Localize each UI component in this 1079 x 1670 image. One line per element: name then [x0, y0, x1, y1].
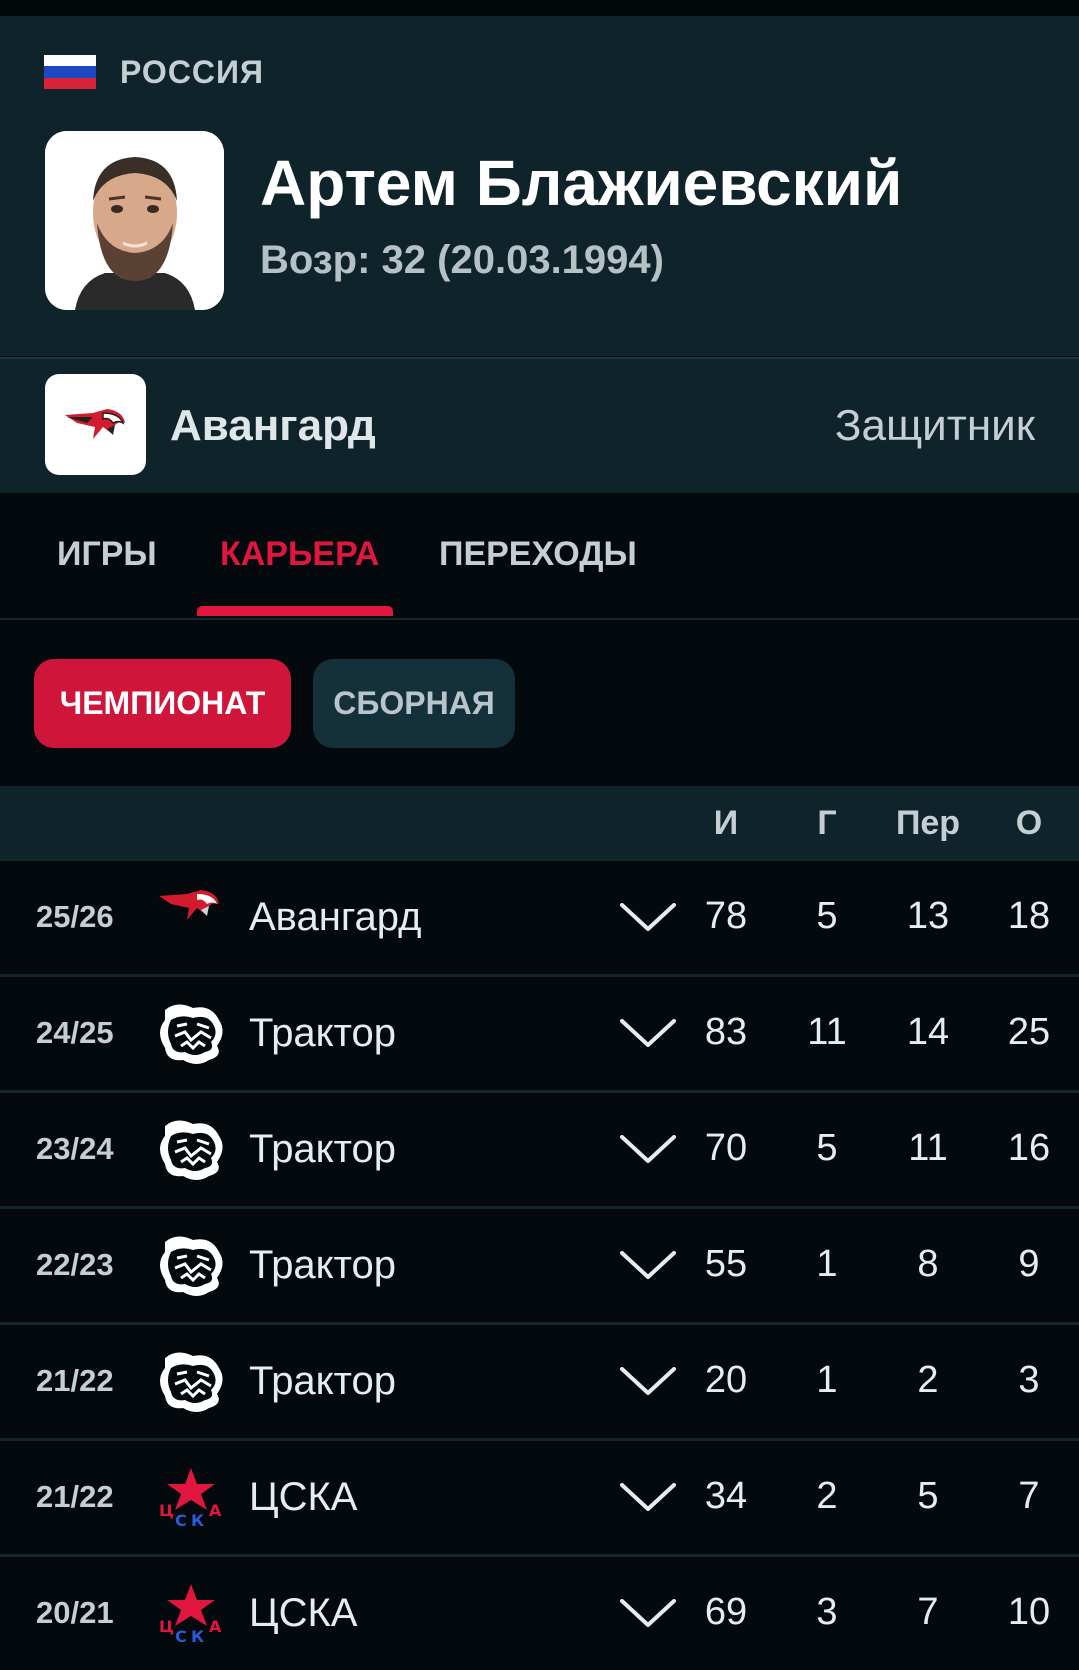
player-age: Возр: 32 (20.03.1994): [260, 238, 664, 282]
chevron-down-icon[interactable]: [618, 1363, 678, 1399]
points-value: 7: [1018, 1475, 1040, 1517]
goals-value: 5: [816, 1127, 838, 1169]
table-row[interactable]: 21/22 ЦСКА 34 2 5 7: [0, 1438, 1079, 1554]
avangard-hawk-icon: [155, 886, 227, 950]
points-value: 9: [1018, 1243, 1040, 1285]
tab-career[interactable]: КАРЬЕРА: [220, 535, 379, 574]
chevron-down-icon[interactable]: [618, 1595, 678, 1631]
tab-games[interactable]: ИГРЫ: [57, 535, 157, 574]
russia-flag-icon: [44, 55, 96, 89]
avangard-hawk-icon: [45, 374, 146, 475]
cska-star-icon: [155, 1582, 227, 1646]
goals-value: 11: [807, 1011, 847, 1053]
games-value: 55: [704, 1243, 748, 1285]
chevron-down-icon[interactable]: [618, 1247, 678, 1283]
player-position: Защитник: [834, 401, 1035, 450]
club-name: Трактор: [249, 1127, 396, 1171]
player-name: Артем Блажиевский: [260, 147, 903, 219]
assists-value: 2: [917, 1359, 939, 1401]
season-label: 23/24: [36, 1131, 114, 1166]
tab-transfers[interactable]: ПЕРЕХОДЫ: [439, 535, 637, 574]
filter-championship-button[interactable]: ЧЕМПИОНАТ: [34, 659, 291, 748]
assists-value: 8: [917, 1243, 939, 1285]
season-label: 21/22: [36, 1479, 114, 1514]
team-name: Авангард: [170, 401, 376, 450]
points-value: 18: [1007, 895, 1051, 937]
column-goals: Г: [817, 804, 837, 842]
season-label: 24/25: [36, 1015, 114, 1050]
goals-value: 3: [816, 1591, 838, 1633]
column-assists: Пер: [895, 804, 961, 842]
games-value: 69: [704, 1591, 748, 1633]
table-row[interactable]: 22/23 Трактор 55 1 8 9: [0, 1206, 1079, 1322]
goals-value: 2: [816, 1475, 838, 1517]
cska-star-icon: [155, 1466, 227, 1530]
goals-value: 1: [816, 1359, 838, 1401]
games-value: 70: [704, 1127, 748, 1169]
column-points: О: [1015, 804, 1043, 842]
games-value: 20: [704, 1359, 748, 1401]
traktor-bear-icon: [155, 1002, 227, 1066]
chevron-down-icon[interactable]: [618, 1479, 678, 1515]
points-value: 16: [1007, 1127, 1051, 1169]
player-photo: [45, 131, 224, 310]
club-name: Трактор: [249, 1359, 396, 1403]
season-label: 25/26: [36, 899, 114, 934]
games-value: 83: [704, 1011, 748, 1053]
table-row[interactable]: 23/24 Трактор 70 5 11 16: [0, 1090, 1079, 1206]
assists-value: 11: [908, 1127, 948, 1169]
assists-value: 5: [917, 1475, 939, 1517]
table-row[interactable]: 24/25 Трактор 83 11 14 25: [0, 974, 1079, 1090]
active-tab-indicator: [197, 606, 393, 616]
filter-national-team-button[interactable]: СБОРНАЯ: [313, 659, 515, 748]
club-name: Трактор: [249, 1243, 396, 1287]
top-strip: [0, 0, 1079, 16]
current-team-bar[interactable]: Авангард Защитник: [0, 357, 1079, 495]
traktor-bear-icon: [155, 1118, 227, 1182]
season-label: 20/21: [36, 1595, 114, 1630]
points-value: 3: [1018, 1359, 1040, 1401]
table-row[interactable]: 25/26 Авангард 78 5 13 18: [0, 858, 1079, 974]
assists-value: 7: [917, 1591, 939, 1633]
chevron-down-icon[interactable]: [618, 899, 678, 935]
table-row[interactable]: 20/21 ЦСКА 69 3 7 10: [0, 1554, 1079, 1670]
points-value: 10: [1007, 1591, 1051, 1633]
player-header: РОССИЯ Артем Блажиевский Возр: 32 (20.03…: [0, 16, 1079, 356]
club-name: Трактор: [249, 1011, 396, 1055]
traktor-bear-icon: [155, 1234, 227, 1298]
country-name: РОССИЯ: [120, 53, 265, 90]
table-row[interactable]: 21/22 Трактор 20 1 2 3: [0, 1322, 1079, 1438]
assists-value: 14: [906, 1011, 950, 1053]
country-row: РОССИЯ: [44, 53, 265, 90]
goals-value: 1: [816, 1243, 838, 1285]
points-value: 25: [1007, 1011, 1051, 1053]
goals-value: 5: [816, 895, 838, 937]
games-value: 34: [704, 1475, 748, 1517]
assists-value: 13: [906, 895, 950, 937]
chevron-down-icon[interactable]: [618, 1015, 678, 1051]
games-value: 78: [704, 895, 748, 937]
club-name: ЦСКА: [249, 1475, 358, 1519]
club-name: ЦСКА: [249, 1591, 358, 1635]
club-name: Авангард: [249, 895, 422, 939]
column-games: И: [713, 804, 739, 842]
season-label: 22/23: [36, 1247, 114, 1282]
season-label: 21/22: [36, 1363, 114, 1398]
chevron-down-icon[interactable]: [618, 1131, 678, 1167]
traktor-bear-icon: [155, 1350, 227, 1414]
career-table-header: И Г Пер О: [0, 786, 1079, 858]
tab-bar: ИГРЫ КАРЬЕРА ПЕРЕХОДЫ: [0, 493, 1079, 620]
